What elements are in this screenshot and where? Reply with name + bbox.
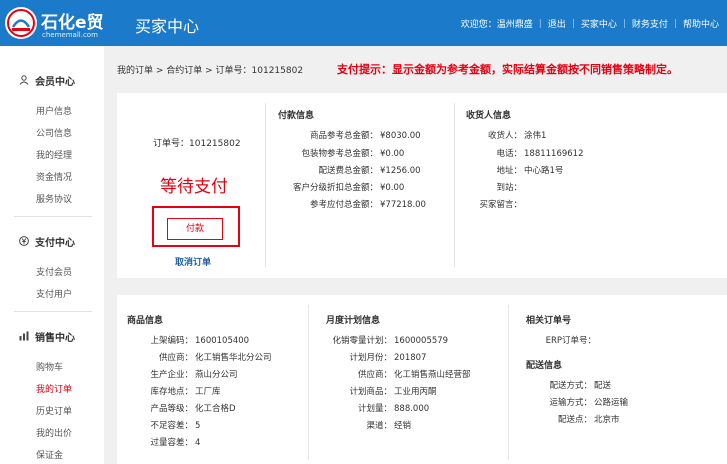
sidebar-group-member[interactable]: 会员中心: [18, 73, 75, 88]
sidebar-item-company-info[interactable]: 公司信息: [36, 126, 72, 139]
plan-row: 渠道： 经销: [366, 421, 412, 431]
plan-row: 计划月份： 201807: [349, 353, 427, 363]
sidebar-group-label: 销售中心: [35, 333, 75, 344]
payment-row: 商品参考总金额： ¥8030.00: [309, 131, 421, 141]
sidebar-group-label: 支付中心: [35, 238, 75, 249]
delivery-row: 配送点： 北京市: [557, 415, 620, 425]
brand-url: chememall.com: [42, 31, 98, 39]
nav-separator: |: [673, 18, 677, 29]
logo[interactable]: 石化e贸 chememall.com: [4, 6, 134, 42]
payment-row: 参考应付总金额： ¥77218.00: [309, 200, 426, 210]
plan-row: 计划商品： 工业用丙酮: [349, 387, 437, 397]
breadcrumb[interactable]: 我的订单 > 合约订单 > 订单号：101215802: [117, 63, 303, 76]
top-nav: 欢迎您：温州鼎盛 | 退出 | 买家中心 | 财务支付 | 帮助中心: [461, 17, 727, 31]
sidebar-item-agreement[interactable]: 服务协议: [36, 192, 72, 205]
goods-row: 生产企业： 燕山分公司: [150, 370, 238, 380]
finance-link[interactable]: 财务支付: [632, 17, 668, 30]
sinopec-logo-icon: [5, 7, 37, 39]
plan-info-title: 月度计划信息: [326, 316, 381, 326]
help-link[interactable]: 帮助中心: [683, 17, 719, 30]
sidebar-group-payment[interactable]: 支付中心: [18, 234, 75, 249]
sidebar-item-pay-member[interactable]: 支付会员: [36, 265, 72, 278]
nav-separator: |: [571, 18, 575, 29]
related-row: ERP订单号：: [545, 336, 596, 346]
sidebar-item-cart[interactable]: 购物车: [36, 360, 63, 373]
payment-row: 包装物参考总金额： ¥0.00: [301, 149, 405, 159]
goods-row: 产品等级： 化工合格D: [150, 404, 236, 414]
sidebar-item-my-manager[interactable]: 我的经理: [36, 148, 72, 161]
top-header: 石化e贸 chememall.com 买家中心 欢迎您：温州鼎盛 | 退出 | …: [0, 0, 727, 46]
welcome-user[interactable]: 欢迎您：温州鼎盛: [461, 17, 533, 30]
sidebar-item-my-bids[interactable]: 我的出价: [36, 426, 72, 439]
column-divider: [508, 305, 509, 460]
brand-name: 石化e贸: [41, 13, 104, 33]
plan-row: 计划量： 888.000: [357, 404, 430, 414]
sidebar-item-deposit[interactable]: 保证金: [36, 448, 63, 461]
order-number: 订单号：101215802: [153, 139, 241, 149]
delivery-info-title: 配送信息: [526, 361, 563, 371]
delivery-row: 配送方式： 配送: [549, 381, 612, 391]
order-status: 等待支付: [160, 177, 228, 197]
sidebar-item-my-orders[interactable]: 我的订单: [36, 382, 72, 395]
payment-info-title: 付款信息: [278, 111, 315, 121]
page-title: 买家中心: [135, 17, 200, 36]
goods-info-title: 商品信息: [127, 316, 164, 326]
payment-tip: 支付提示：显示金额为参考金额，实际结算金额按不同销售策略制定。: [337, 63, 678, 76]
related-orders-title: 相关订单号: [526, 316, 572, 326]
delivery-row: 运输方式： 公路运输: [549, 398, 629, 408]
sidebar-item-user-info[interactable]: 用户信息: [36, 104, 72, 117]
nav-separator: |: [622, 18, 626, 29]
consignee-row: 买家留言：: [479, 200, 522, 210]
goods-row: 过量容差： 4: [150, 438, 201, 448]
sidebar-item-funds[interactable]: 资金情况: [36, 170, 72, 183]
sidebar-divider: [14, 311, 92, 312]
goods-row: 上架编码： 1600105400: [150, 336, 250, 346]
cancel-order-link[interactable]: 取消订单: [175, 255, 211, 268]
column-divider: [454, 103, 455, 268]
goods-row: 供应商： 化工销售华北分公司: [158, 353, 272, 363]
logout-link[interactable]: 退出: [548, 17, 566, 30]
sidebar-item-history-orders[interactable]: 历史订单: [36, 404, 72, 417]
goods-row: 不足容差： 5: [150, 421, 201, 431]
consignee-row: 到站：: [496, 183, 522, 193]
column-divider: [308, 305, 309, 460]
sidebar-group-label: 会员中心: [35, 77, 75, 88]
plan-row: 供应商： 化工销售燕山经营部: [357, 370, 471, 380]
payment-row: 客户分级折扣总金额： ¥0.00: [292, 183, 405, 193]
payment-row: 配送费总金额： ¥1256.00: [318, 166, 421, 176]
sidebar-group-sales[interactable]: 销售中心: [18, 329, 75, 344]
user-icon: [18, 75, 29, 88]
sidebar: 会员中心 用户信息 公司信息 我的经理 资金情况 服务协议 支付中心 支付会员 …: [0, 46, 104, 464]
consignee-row: 电话： 18811169612: [496, 149, 584, 159]
consignee-row: 地址： 中心路1号: [496, 166, 564, 176]
consignee-row: 收货人： 涂伟1: [487, 131, 547, 141]
sidebar-item-pay-user[interactable]: 支付用户: [36, 287, 72, 300]
chart-icon: [18, 331, 29, 344]
column-divider: [265, 103, 266, 268]
nav-separator: |: [538, 18, 542, 29]
pay-button[interactable]: 付款: [167, 218, 223, 240]
buyer-center-link[interactable]: 买家中心: [581, 17, 617, 30]
yen-icon: [18, 236, 29, 249]
consignee-info-title: 收货人信息: [466, 111, 512, 121]
plan-row: 化销零量计划： 1600005579: [332, 336, 449, 346]
sidebar-divider: [14, 216, 92, 217]
goods-row: 库存地点： 工厂库: [150, 387, 221, 397]
